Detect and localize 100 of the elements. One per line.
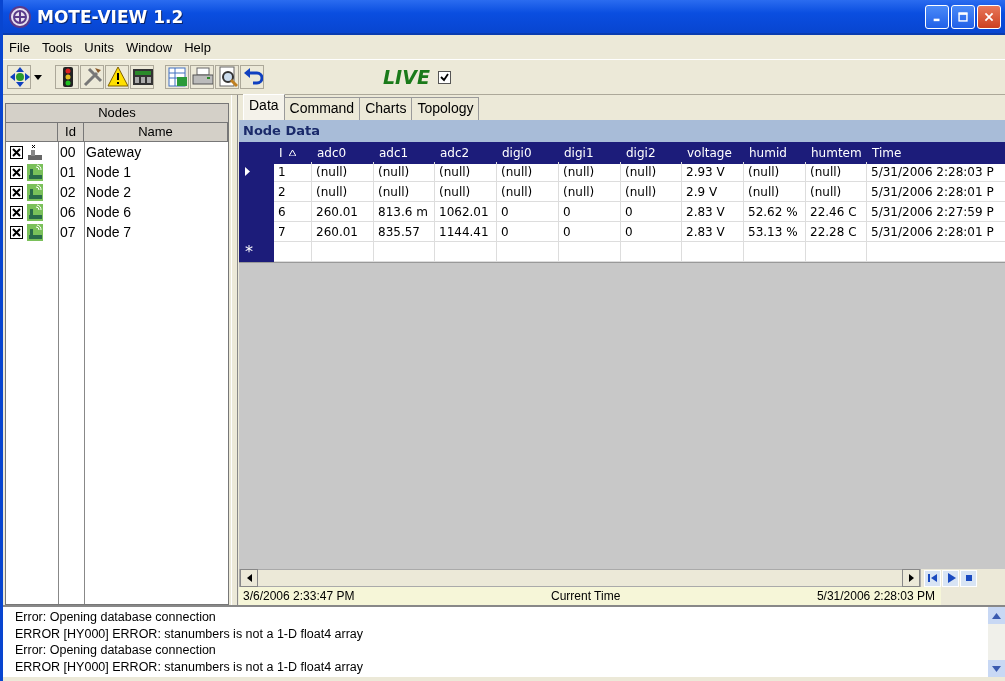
live-checkbox[interactable] [437, 70, 451, 84]
table-cell [274, 242, 312, 262]
node-checkbox[interactable] [10, 165, 23, 179]
node-checkbox[interactable] [10, 205, 23, 219]
table-cell [559, 242, 621, 262]
horizontal-scrollbar[interactable] [239, 569, 921, 587]
end-time: 5/31/2006 2:28:03 PM [816, 588, 935, 605]
gateway-icon [27, 143, 43, 161]
left-arrow-icon[interactable] [246, 574, 252, 582]
menu-item[interactable]: Tools [41, 39, 73, 55]
node-checkbox[interactable] [10, 225, 23, 239]
node-id[interactable]: 07 [58, 222, 84, 242]
node-name[interactable]: Gateway [84, 142, 228, 162]
table-cell [744, 242, 806, 262]
table-cell: (null) [312, 182, 374, 202]
table-cell: 2 [274, 182, 312, 202]
sort-icon[interactable] [288, 150, 296, 156]
maximize-icon[interactable] [958, 9, 968, 24]
node-name[interactable]: Node 7 [84, 222, 228, 242]
new-row-marker: * [239, 242, 274, 262]
tab[interactable]: Topology [411, 97, 480, 120]
table-cell: (null) [744, 162, 806, 182]
vertical-scrollbar[interactable] [988, 607, 1005, 677]
down-arrow-icon[interactable] [992, 665, 1001, 672]
node-name[interactable]: Node 2 [84, 182, 228, 202]
table-cell: 22.28 C [806, 222, 867, 242]
menu-item[interactable]: File [9, 39, 30, 55]
tab[interactable]: Command [283, 97, 361, 120]
app-logo-icon [9, 5, 31, 28]
tools-icon[interactable] [81, 65, 103, 89]
table-cell: 0 [497, 202, 559, 222]
warning-icon[interactable] [106, 65, 128, 89]
table-cell: (null) [744, 182, 806, 202]
table-cell: 2.93 V [682, 162, 744, 182]
table-cell: 5/31/2006 2:27:59 P [867, 202, 1005, 222]
column-header[interactable]: digi2 [621, 142, 682, 164]
table-cell: (null) [559, 182, 621, 202]
column-header[interactable]: I [279, 142, 283, 164]
table-cell: 2.83 V [682, 202, 744, 222]
current-time-label: Current Time [551, 588, 621, 605]
node-id[interactable]: 06 [58, 202, 84, 222]
table-cell: (null) [435, 182, 497, 202]
node-name[interactable]: Node 1 [84, 162, 228, 182]
column-header[interactable]: digi0 [497, 142, 559, 164]
mote-icon [27, 203, 43, 221]
table-cell: (null) [621, 182, 682, 202]
table-cell [312, 242, 374, 262]
table-cell: 813.6 m [374, 202, 435, 222]
table-cell: 0 [559, 202, 621, 222]
node-id[interactable]: 02 [58, 182, 84, 202]
menu-item[interactable]: Units [84, 39, 114, 55]
table-cell: 0 [621, 222, 682, 242]
column-header[interactable]: digi1 [559, 142, 621, 164]
minimize-button[interactable] [925, 4, 949, 29]
column-header: Id [58, 123, 84, 142]
node-name[interactable]: Node 6 [84, 202, 228, 222]
tab[interactable]: Data [243, 94, 285, 120]
table-cell [435, 242, 497, 262]
table-cell [621, 242, 682, 262]
play-icon[interactable] [945, 573, 956, 583]
column-header[interactable]: voltage [682, 142, 744, 164]
table-cell [497, 242, 559, 262]
stop-icon[interactable] [963, 573, 974, 583]
column-header[interactable]: humtem [806, 142, 867, 164]
menu-item[interactable]: Window [125, 39, 173, 55]
menu-item[interactable]: Help [184, 39, 211, 55]
column-header[interactable]: humid [744, 142, 806, 164]
column-header[interactable]: adc1 [374, 142, 435, 164]
splitter[interactable] [231, 95, 238, 605]
mote-icon [27, 183, 43, 201]
node-checkbox[interactable] [10, 185, 23, 199]
skip-back-icon[interactable] [927, 573, 938, 583]
up-arrow-icon[interactable] [992, 612, 1001, 619]
column-header[interactable]: adc2 [435, 142, 497, 164]
table-cell: (null) [497, 182, 559, 202]
column-header: Name [84, 123, 228, 142]
table-cell: 1062.01 [435, 202, 497, 222]
spreadsheet-icon[interactable] [166, 65, 188, 89]
table-cell: 5/31/2006 2:28:01 P [867, 182, 1005, 202]
node-id[interactable]: 01 [58, 162, 84, 182]
node-checkbox[interactable] [10, 145, 23, 159]
table-cell: 6 [274, 202, 312, 222]
table-cell: 2.83 V [682, 222, 744, 242]
table-cell: (null) [435, 162, 497, 182]
preview-icon[interactable] [216, 65, 238, 89]
close-button[interactable] [977, 4, 1001, 29]
column-header[interactable]: Time [867, 142, 1005, 164]
arrows-icon[interactable] [8, 65, 30, 89]
live-label: LIVE [383, 66, 430, 88]
log-line: Error: Opening database connection [15, 609, 217, 626]
right-arrow-icon[interactable] [908, 574, 914, 582]
table-cell: 22.46 C [806, 202, 867, 222]
table-cell: (null) [374, 182, 435, 202]
maximize-button[interactable] [951, 4, 975, 29]
log-line: ERROR [HY000] ERROR: stanumbers is not a 1-D float4 array [15, 625, 365, 642]
table-cell: 5/31/2006 2:28:01 P [867, 222, 1005, 242]
mote-icon [27, 223, 43, 241]
table-cell [806, 242, 867, 262]
column-header[interactable]: adc0 [312, 142, 374, 164]
node-id[interactable]: 00 [58, 142, 84, 162]
